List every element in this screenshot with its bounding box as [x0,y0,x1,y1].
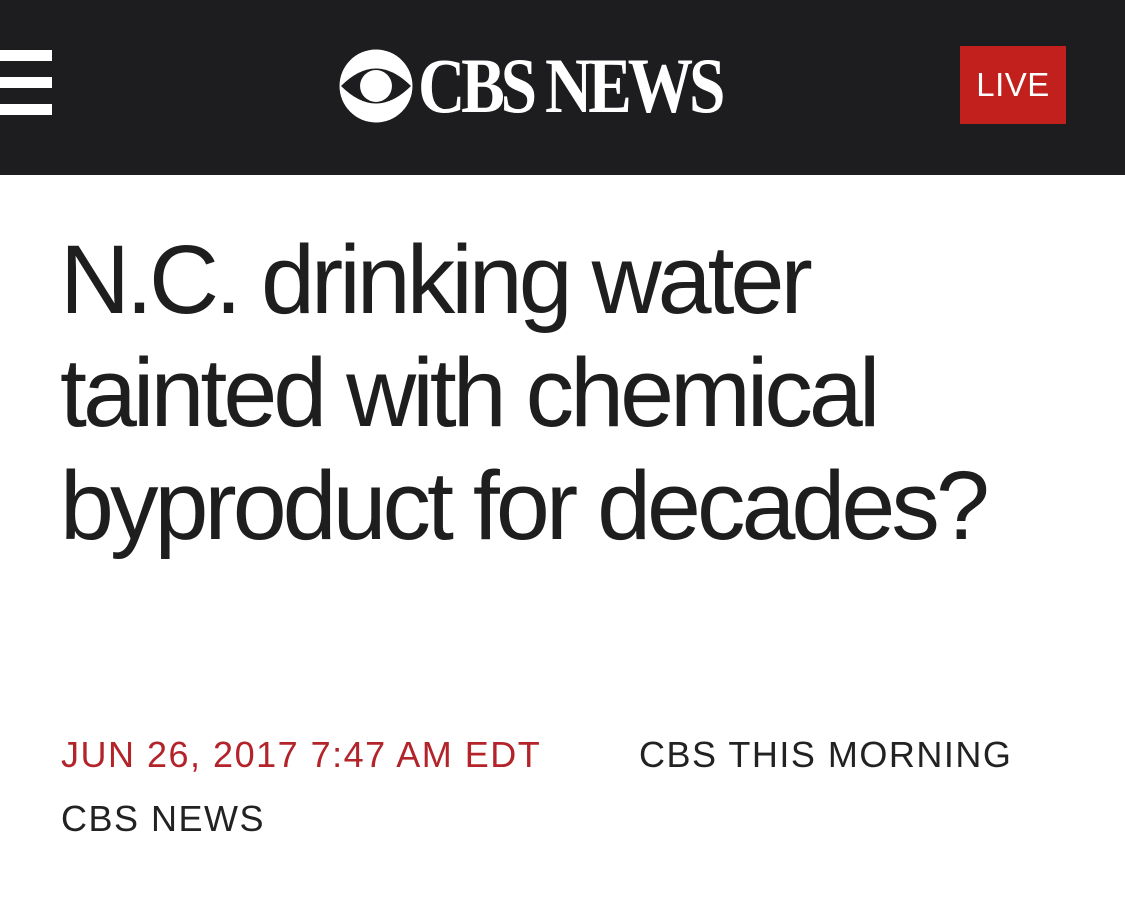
article-meta: JUN 26, 2017 7:47 AM EDT CBS THIS MORNIN… [61,733,1101,777]
article-show-link[interactable]: CBS THIS MORNING [639,733,1012,777]
cbs-news-logo[interactable]: CBS NEWS [338,42,779,129]
article-date: JUN 26, 2017 7:47 AM EDT [61,734,542,775]
menu-bar-bottom [0,104,52,115]
article-source: CBS NEWS [61,798,266,839]
cbs-eye-logo-icon [339,49,413,123]
article-headline: N.C. drinking water tainted with chemica… [60,225,990,560]
site-header: CBS NEWS LIVE [0,0,1125,175]
live-button[interactable]: LIVE [960,46,1066,124]
logo-text: CBS NEWS [418,42,725,129]
menu-bar-middle [0,77,52,88]
hamburger-menu-icon[interactable] [0,50,52,116]
menu-bar-top [0,50,52,61]
